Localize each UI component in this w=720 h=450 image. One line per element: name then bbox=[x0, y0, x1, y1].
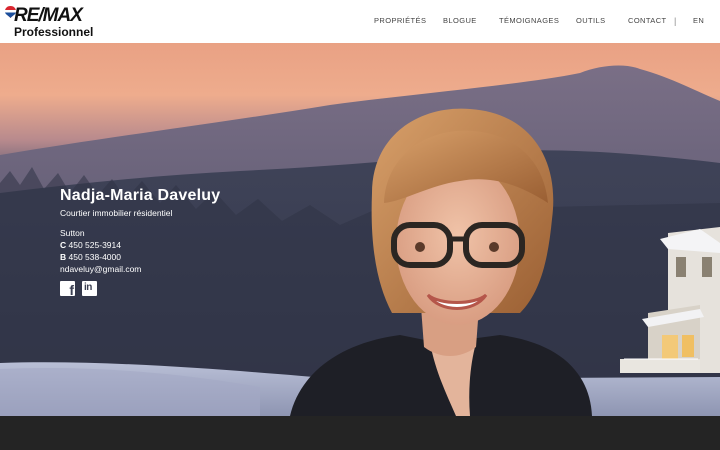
agent-info: Nadja-Maria Daveluy Courtier immobilier … bbox=[60, 186, 221, 298]
cell-phone[interactable]: C 450 525-3914 bbox=[60, 239, 220, 251]
nav-item-blogue[interactable]: BLOGUE bbox=[443, 15, 477, 27]
office-number: 450 538-4000 bbox=[68, 252, 121, 262]
cell-number: 450 525-3914 bbox=[68, 240, 121, 250]
agent-title: Courtier immobilier résidentiel bbox=[60, 208, 173, 218]
agent-name: Nadja-Maria Daveluy bbox=[60, 187, 221, 204]
nav-item-temoignages[interactable]: TÉMOIGNAGES bbox=[499, 15, 559, 27]
site-header: RE/MAX Professionnel PROPRIÉTÉS BLOGUE T… bbox=[0, 0, 720, 43]
main-nav: PROPRIÉTÉS BLOGUE TÉMOIGNAGES OUTILS CON… bbox=[0, 15, 720, 29]
nav-item-outils[interactable]: OUTILS bbox=[576, 15, 606, 27]
linkedin-icon[interactable]: in bbox=[82, 281, 97, 296]
footer-bar bbox=[0, 416, 720, 450]
office-phone[interactable]: B 450 538-4000 bbox=[60, 251, 220, 263]
nav-item-proprietes[interactable]: PROPRIÉTÉS bbox=[374, 15, 426, 27]
agent-city: Sutton bbox=[60, 228, 85, 238]
nav-item-contact[interactable]: CONTACT bbox=[628, 15, 667, 27]
facebook-icon[interactable]: f bbox=[60, 281, 75, 298]
social-links: f in bbox=[60, 281, 220, 298]
cell-label: C bbox=[60, 240, 67, 250]
agent-email[interactable]: ndaveluy@gmail.com bbox=[60, 263, 220, 275]
office-label: B bbox=[60, 252, 67, 262]
language-toggle[interactable]: EN bbox=[693, 15, 704, 27]
nav-separator: | bbox=[674, 16, 677, 26]
